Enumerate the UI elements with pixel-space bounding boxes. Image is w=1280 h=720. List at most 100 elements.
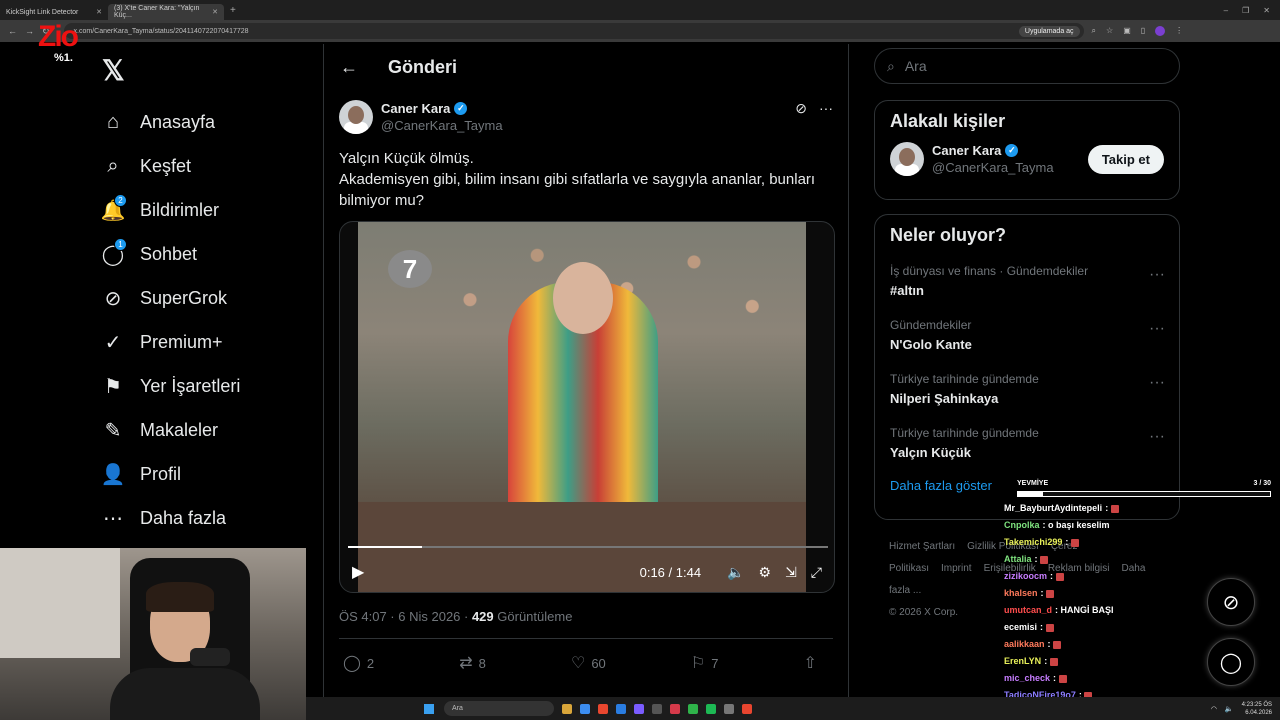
back-arrow-icon[interactable]: ← bbox=[340, 57, 358, 78]
related-name[interactable]: Caner Kara bbox=[932, 143, 1001, 158]
close-window-icon[interactable]: ✕ bbox=[1263, 6, 1270, 15]
nav-item-articles[interactable]: ✎ Makaleler bbox=[96, 408, 316, 452]
chrome-icon[interactable] bbox=[598, 703, 608, 714]
edge-icon[interactable] bbox=[580, 703, 590, 714]
chat-username[interactable]: Attalia bbox=[1004, 554, 1032, 564]
star-icon[interactable]: ☆ bbox=[1106, 26, 1113, 36]
nav-item-premium[interactable]: ✓ Premium+ bbox=[96, 320, 316, 364]
nav-item-bookmark[interactable]: ⚑ Yer İşaretleri bbox=[96, 364, 316, 408]
repost-button[interactable]: ⇄ 8 bbox=[459, 653, 486, 673]
more-options-icon[interactable]: ··· bbox=[1149, 266, 1165, 284]
close-icon[interactable]: ✕ bbox=[212, 8, 218, 16]
chat-username[interactable]: zizikoocm bbox=[1004, 571, 1047, 581]
video-progress-bar[interactable] bbox=[348, 546, 828, 548]
video-frame[interactable]: 7 bbox=[358, 222, 806, 592]
chat-separator: : bbox=[1050, 571, 1056, 581]
grok-fab-button[interactable]: ⊘ bbox=[1207, 578, 1255, 626]
trend-item[interactable]: Türkiye tarihinde gündemde Yalçın Küçük ··… bbox=[875, 418, 1179, 472]
fullscreen-icon[interactable]: ⤢ bbox=[811, 564, 822, 581]
new-tab-icon[interactable]: + bbox=[230, 5, 236, 16]
author-name[interactable]: Caner Kara bbox=[381, 101, 450, 116]
chat-username[interactable]: Mr_BayburtAydintepeli bbox=[1004, 503, 1102, 513]
pip-icon[interactable]: ⇲ bbox=[785, 564, 797, 581]
related-person[interactable]: Caner Kara ✓ @CanerKara_Tayma Takip et bbox=[875, 142, 1179, 176]
volume-icon[interactable]: 🔈 bbox=[727, 564, 744, 581]
reply-button[interactable]: ◯ 2 bbox=[343, 653, 374, 673]
sidebar-icon[interactable]: ▯ bbox=[1141, 26, 1145, 36]
store-icon[interactable] bbox=[616, 703, 626, 714]
avatar[interactable] bbox=[339, 100, 373, 134]
nav-item-bell[interactable]: 🔔 2 Bildirimler bbox=[96, 188, 316, 232]
search-input[interactable]: ⌕ Ara bbox=[874, 48, 1180, 84]
file-explorer-icon[interactable] bbox=[562, 703, 572, 714]
chat-username[interactable]: Takemichi299 bbox=[1004, 537, 1062, 547]
x-logo-icon[interactable]: 𝕏 bbox=[98, 54, 132, 88]
nav-item-profile[interactable]: 👤 Profil bbox=[96, 452, 316, 496]
profile-avatar-icon[interactable] bbox=[1155, 26, 1166, 36]
grok-icon[interactable]: ⊘ bbox=[795, 100, 807, 117]
browser-tab-1[interactable]: KickSight Link Detector ✕ bbox=[0, 4, 108, 20]
avatar[interactable] bbox=[890, 142, 924, 176]
nav-item-more[interactable]: ⋯ Daha fazla bbox=[96, 496, 316, 540]
browser-tab-2[interactable]: (3) X'te Caner Kara: "Yalçın Küç... ✕ bbox=[108, 4, 224, 20]
more-options-icon[interactable]: ··· bbox=[1149, 428, 1165, 446]
post-date[interactable]: ÖS 4:07 · 6 Nis 2026 · bbox=[339, 609, 472, 624]
menu-icon[interactable]: ⋮ bbox=[1175, 26, 1183, 36]
volume-icon[interactable]: 🔈 bbox=[1225, 705, 1234, 713]
nav-item-chat[interactable]: ◯ 1 Sohbet bbox=[96, 232, 316, 276]
footer-link[interactable]: Imprint bbox=[941, 563, 972, 574]
app-icon[interactable] bbox=[724, 703, 734, 714]
maximize-icon[interactable]: ❐ bbox=[1242, 6, 1249, 15]
spotify-icon[interactable] bbox=[706, 703, 716, 714]
windows-start-icon[interactable] bbox=[424, 703, 434, 714]
trend-item[interactable]: Türkiye tarihinde gündemde Nilperi Şahink… bbox=[875, 364, 1179, 418]
chat-username[interactable]: Cnpolka bbox=[1004, 520, 1040, 530]
forward-icon[interactable]: → bbox=[25, 26, 34, 37]
extensions-icon[interactable]: ▣ bbox=[1123, 26, 1131, 36]
settings-gear-icon[interactable]: ⚙ bbox=[759, 564, 772, 581]
like-button[interactable]: ♡ 60 bbox=[571, 653, 606, 673]
open-in-app-button[interactable]: Uygulamada aç bbox=[1018, 25, 1080, 37]
chat-username[interactable]: ErenLYN bbox=[1004, 656, 1041, 666]
taskbar-clock[interactable]: 4:23:25 ÖS 6.04.2026 bbox=[1242, 701, 1272, 717]
nav-item-grok[interactable]: ⊘ SuperGrok bbox=[96, 276, 316, 320]
chat-username[interactable]: aalikkaan bbox=[1004, 639, 1045, 649]
app-icon[interactable] bbox=[652, 703, 662, 714]
footer-link[interactable]: Hizmet Şartları bbox=[889, 541, 955, 552]
chat-username[interactable]: khalsen bbox=[1004, 588, 1038, 598]
messages-fab-button[interactable]: ◯ bbox=[1207, 638, 1255, 686]
trend-item[interactable]: Gündemdekiler N'Golo Kante ··· bbox=[875, 310, 1179, 364]
play-icon[interactable]: ▶ bbox=[352, 562, 364, 582]
taskbar-search[interactable]: Ara bbox=[444, 701, 554, 716]
discord-icon[interactable] bbox=[634, 703, 644, 714]
trend-item[interactable]: İş dünyası ve finans · Gündemdekiler #alt… bbox=[875, 256, 1179, 310]
more-options-icon[interactable]: ··· bbox=[1149, 374, 1165, 392]
video-player[interactable]: 7 ▶ 0:16 / 1:44 🔈 ⚙ ⇲ ⤢ bbox=[339, 221, 835, 593]
app-icon[interactable] bbox=[742, 703, 752, 714]
nav-item-label: SuperGrok bbox=[140, 287, 228, 308]
notification-badge: 2 bbox=[114, 194, 127, 207]
minimize-icon[interactable]: – bbox=[1224, 6, 1228, 15]
close-icon[interactable]: ✕ bbox=[96, 8, 102, 16]
app-icon[interactable] bbox=[688, 703, 698, 714]
zoom-icon[interactable]: ⌕ bbox=[1092, 26, 1096, 36]
main-column: ← Gönderi Caner Kara ✓ @CanerKara_Tayma ⊘… bbox=[323, 44, 849, 720]
nav-item-home[interactable]: ⌂ Anasayfa bbox=[96, 100, 316, 144]
chat-text: o başı keselim bbox=[1048, 520, 1110, 530]
url-field[interactable]: x.com/CanerKara_Tayma/status/20411407220… bbox=[63, 23, 1084, 39]
share-button[interactable]: ⇧ bbox=[804, 653, 823, 673]
trend-category: İş dünyası ve finans · Gündemdekiler bbox=[890, 264, 1089, 278]
follow-button[interactable]: Takip et bbox=[1087, 144, 1164, 174]
author-handle[interactable]: @CanerKara_Tayma bbox=[381, 118, 503, 133]
app-icon[interactable] bbox=[670, 703, 680, 714]
back-icon[interactable]: ← bbox=[8, 26, 17, 37]
wifi-icon[interactable]: ◠ bbox=[1211, 705, 1217, 713]
chat-separator: : bbox=[1105, 503, 1111, 513]
more-options-icon[interactable]: ··· bbox=[1149, 320, 1165, 338]
chat-username[interactable]: umutcan_d bbox=[1004, 605, 1052, 615]
more-options-icon[interactable]: ··· bbox=[819, 100, 833, 117]
nav-item-search[interactable]: ⌕ Keşfet bbox=[96, 144, 316, 188]
chat-username[interactable]: mic_check bbox=[1004, 673, 1050, 683]
bookmark-button[interactable]: ⚐ 7 bbox=[691, 653, 719, 673]
chat-username[interactable]: ecemisi bbox=[1004, 622, 1037, 632]
